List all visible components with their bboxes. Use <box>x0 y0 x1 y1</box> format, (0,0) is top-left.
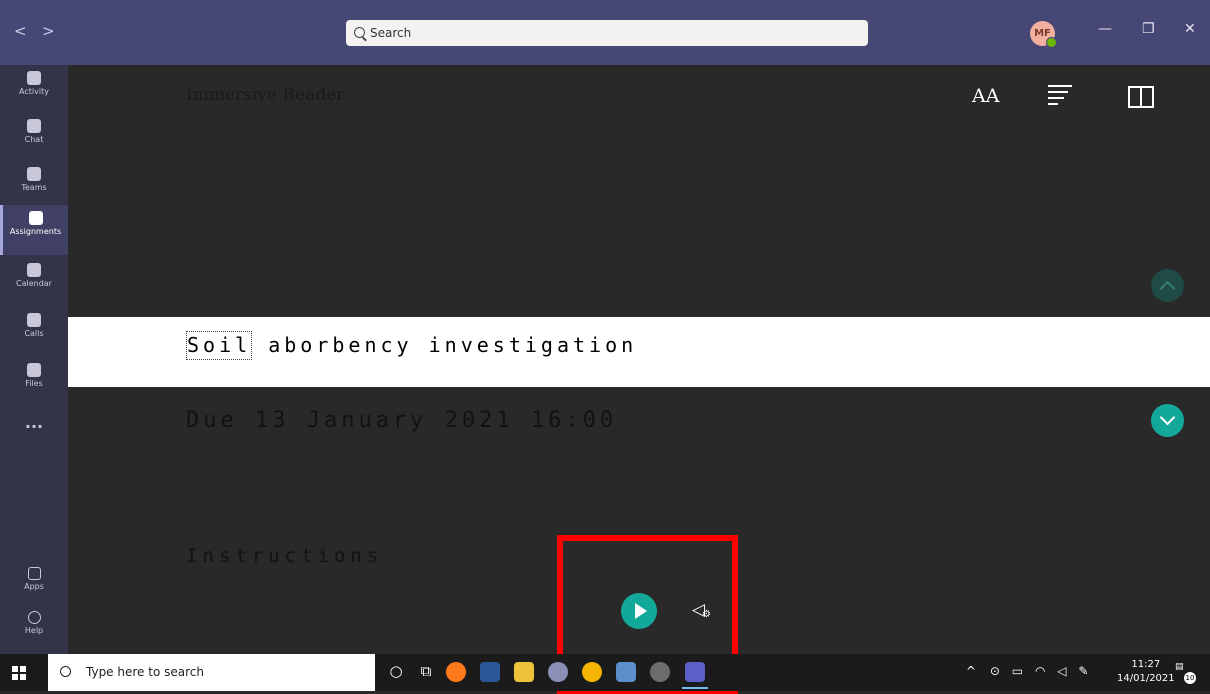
rail-item-teams[interactable]: Teams <box>0 161 68 209</box>
search-input[interactable]: Search <box>346 20 868 46</box>
rail-item-apps[interactable]: Apps <box>0 561 68 609</box>
taskbar-clock[interactable]: 11:27 14/01/2021 <box>1117 658 1175 686</box>
rail-item-calls[interactable]: Calls <box>0 307 68 355</box>
rail-label: Activity <box>19 87 49 96</box>
meet-now-icon[interactable]: ⊙ <box>990 664 1000 678</box>
rail-item-calendar[interactable]: Calendar <box>0 257 68 305</box>
search-icon <box>354 27 365 38</box>
rail-label: Assignments <box>9 227 62 236</box>
rail-label: Apps <box>24 582 44 591</box>
rail-item-files[interactable]: Files <box>0 357 68 405</box>
rail-item-activity[interactable]: Activity <box>0 65 68 113</box>
phone-icon <box>27 313 41 327</box>
windows-start-button[interactable] <box>12 666 26 680</box>
paint-icon[interactable] <box>548 662 568 682</box>
scroll-up-button[interactable] <box>1151 269 1184 302</box>
teams-icon <box>27 167 41 181</box>
app-rail: Activity Chat Teams Assignments Calendar… <box>0 65 68 654</box>
grammar-options-icon <box>1048 85 1072 105</box>
rail-label: Files <box>25 379 43 388</box>
search-placeholder: Search <box>370 26 412 40</box>
focused-line: Soil aborbency investigation <box>186 331 637 360</box>
cortana-icon[interactable]: ○ <box>386 662 406 680</box>
taskbar-search-input[interactable]: Type here to search <box>48 654 375 691</box>
date-text: 14/01/2021 <box>1117 673 1175 684</box>
chat-icon <box>27 119 41 133</box>
rail-label: Calendar <box>16 279 52 288</box>
presence-available-icon <box>1046 37 1057 48</box>
apps-icon <box>27 567 41 580</box>
line-text-rest[interactable]: aborbency investigation <box>252 333 637 357</box>
firefox-icon[interactable] <box>446 662 466 682</box>
more-apps-button[interactable]: ... <box>0 413 68 461</box>
rail-label: Teams <box>21 183 47 192</box>
rail-item-assignments[interactable]: Assignments <box>0 205 68 255</box>
volume-icon[interactable]: ◁ <box>1057 664 1066 678</box>
text-preferences-button[interactable]: AA <box>972 85 999 107</box>
file-explorer-icon[interactable] <box>514 662 534 682</box>
notification-center-button[interactable]: ▤ 10 <box>1175 662 1196 684</box>
file-icon <box>27 363 41 377</box>
notification-icon: ▤ <box>1175 662 1184 672</box>
pen-icon[interactable]: ✎ <box>1078 664 1088 678</box>
word-icon[interactable] <box>480 662 500 682</box>
teams-taskbar-icon[interactable] <box>685 662 705 682</box>
immersive-reader: Immersive Reader AA Soil aborbency inves… <box>68 65 1210 694</box>
title-bar: < > Search MF — ❐ ✕ <box>0 0 1210 65</box>
bell-icon <box>27 71 41 85</box>
minimize-button[interactable]: — <box>1098 22 1112 36</box>
time-text: 11:27 <box>1131 659 1161 670</box>
line-focus-band: Soil aborbency investigation <box>68 317 1210 387</box>
tray-chevron-icon[interactable]: ^ <box>966 664 976 678</box>
search-icon <box>60 666 71 677</box>
reading-preferences-button[interactable] <box>1128 86 1156 108</box>
chrome-icon[interactable] <box>582 662 602 682</box>
taskbar-search-placeholder: Type here to search <box>86 665 204 679</box>
due-date-text[interactable]: Due 13 January 2021 16:00 <box>186 408 617 433</box>
battery-icon[interactable]: ▭ <box>1012 664 1023 678</box>
system-tray: ^ ⊙ ▭ ◠ ◁ ✎ <box>966 664 1088 678</box>
wifi-icon[interactable]: ◠ <box>1035 664 1045 678</box>
avatar[interactable]: MF <box>1030 21 1057 48</box>
scroll-down-button[interactable] <box>1151 404 1184 437</box>
calendar-icon <box>27 263 41 277</box>
forward-button[interactable]: > <box>42 22 55 40</box>
assignments-icon <box>28 211 43 225</box>
taskbar: Type here to search ○ ⧉ ^ ⊙ ▭ ◠ ◁ ✎ 11:2… <box>0 654 1210 691</box>
notification-count-badge: 10 <box>1184 672 1196 684</box>
active-app-indicator <box>682 687 708 689</box>
rail-item-chat[interactable]: Chat <box>0 113 68 161</box>
clock-app-icon[interactable] <box>650 662 670 682</box>
rail-label: Calls <box>24 329 44 338</box>
task-view-icon[interactable]: ⧉ <box>416 662 436 680</box>
camera-icon[interactable] <box>616 662 636 682</box>
reader-title: Immersive Reader <box>186 85 345 105</box>
close-button[interactable]: ✕ <box>1184 22 1196 36</box>
maximize-button[interactable]: ❐ <box>1142 22 1155 36</box>
back-button[interactable]: < <box>14 22 27 40</box>
text-preferences-icon: AA <box>972 85 1000 107</box>
rail-label: Chat <box>24 135 44 144</box>
grammar-options-button[interactable] <box>1048 85 1072 109</box>
rail-item-help[interactable]: Help <box>0 605 68 653</box>
rail-label: Help <box>24 626 44 635</box>
focused-word[interactable]: Soil <box>186 331 253 360</box>
instructions-heading[interactable]: Instructions <box>186 545 383 567</box>
help-icon <box>27 611 41 624</box>
